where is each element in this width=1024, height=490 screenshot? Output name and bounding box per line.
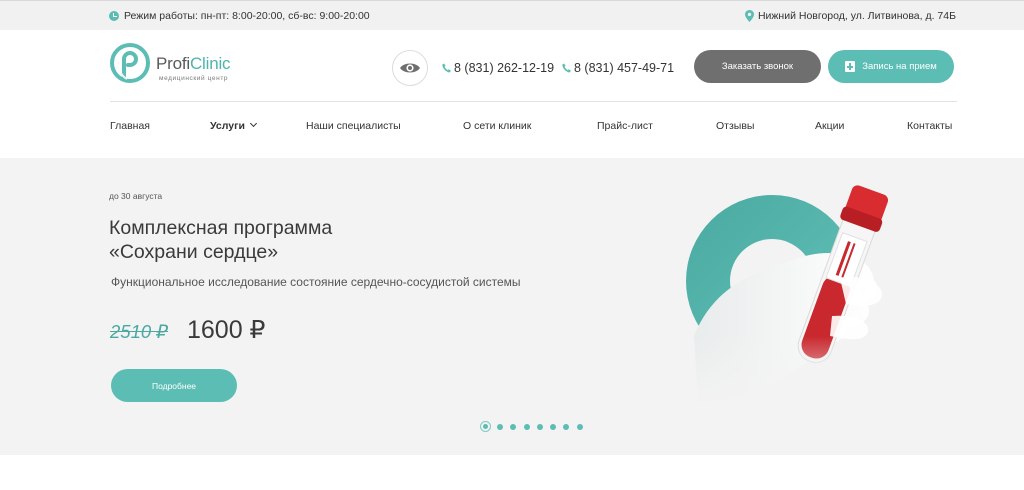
promo-title: Комплексная программа «Сохрани сердце» xyxy=(109,216,332,264)
nav-item-promotions[interactable]: Акции xyxy=(815,120,844,132)
new-price: 1600 ₽ xyxy=(187,316,266,344)
hero-slider: до 30 августа Комплексная программа «Сох… xyxy=(0,158,1024,455)
promo-deadline: до 30 августа xyxy=(109,191,163,201)
clock-icon xyxy=(109,11,119,21)
phone-icon xyxy=(562,63,571,73)
nav-item-specialists[interactable]: Наши специалисты xyxy=(306,120,401,132)
working-hours-text: Режим работы: пн-пт: 8:00-20:00, сб-вс: … xyxy=(124,10,370,22)
main-nav: Главная Услуги Наши специалисты О сети к… xyxy=(110,119,955,136)
slider-dot-8[interactable] xyxy=(576,423,583,430)
blood-test-tube-illustration xyxy=(660,185,980,406)
slider-dot-1[interactable] xyxy=(480,421,491,432)
logo-name-part2: Clinic xyxy=(189,54,231,73)
slider-dot-4[interactable] xyxy=(523,423,530,430)
chevron-down-icon xyxy=(249,119,257,128)
slider-dot-5[interactable] xyxy=(536,423,543,430)
slider-pagination xyxy=(480,421,590,432)
nav-item-services[interactable]: Услуги xyxy=(210,119,257,132)
phone-2-text: 8 (831) 457-49-71 xyxy=(574,61,675,75)
logo-name: ProfiClinic xyxy=(156,54,231,74)
logo-mark-icon xyxy=(110,43,150,83)
logo[interactable]: ProfiClinic медицинский центр xyxy=(110,43,250,87)
phone-icon xyxy=(442,63,451,73)
address-text: Нижний Новгород, ул. Литвинова, д. 74Б xyxy=(757,10,956,22)
promo-description: Функциональное исследование состояние се… xyxy=(111,275,521,289)
nav-item-services-label: Услуги xyxy=(210,120,245,132)
old-price: 2510 ₽ xyxy=(110,321,169,342)
working-hours: Режим работы: пн-пт: 8:00-20:00, сб-вс: … xyxy=(109,10,370,22)
nav-item-prices[interactable]: Прайс-лист xyxy=(597,120,653,132)
header-divider xyxy=(110,101,957,102)
phone-link-2[interactable]: 8 (831) 457-49-71 xyxy=(562,61,674,75)
address[interactable]: Нижний Новгород, ул. Литвинова, д. 74Б xyxy=(744,10,956,22)
accessibility-button[interactable] xyxy=(392,50,428,86)
order-call-button[interactable]: Заказать звонок xyxy=(694,50,821,83)
appointment-button[interactable]: Запись на прием xyxy=(828,50,954,83)
slider-dot-3[interactable] xyxy=(510,423,517,430)
nav-item-about[interactable]: О сети клиник xyxy=(463,120,531,132)
logo-subtitle: медицинский центр xyxy=(159,75,229,82)
top-bar: Режим работы: пн-пт: 8:00-20:00, сб-вс: … xyxy=(0,0,1024,30)
appointment-button-label: Запись на прием xyxy=(862,61,937,72)
promo-title-line-2: «Сохрани сердце» xyxy=(109,241,279,263)
nav-item-contacts[interactable]: Контакты xyxy=(907,120,952,132)
location-pin-icon xyxy=(744,10,754,22)
eye-icon xyxy=(400,63,420,73)
logo-name-part1: Profi xyxy=(156,54,190,73)
medical-plus-icon xyxy=(845,61,856,72)
slider-dot-7[interactable] xyxy=(563,423,570,430)
more-details-button[interactable]: Подробнее xyxy=(111,369,237,402)
nav-item-home[interactable]: Главная xyxy=(110,120,150,132)
promo-title-line-1: Комплексная программа xyxy=(109,217,333,239)
nav-item-reviews[interactable]: Отзывы xyxy=(716,120,754,132)
slider-dot-2[interactable] xyxy=(497,423,503,430)
slider-dot-6[interactable] xyxy=(550,423,557,430)
phone-link-1[interactable]: 8 (831) 262-12-19 xyxy=(442,61,554,75)
phone-1-text: 8 (831) 262-12-19 xyxy=(454,61,555,75)
